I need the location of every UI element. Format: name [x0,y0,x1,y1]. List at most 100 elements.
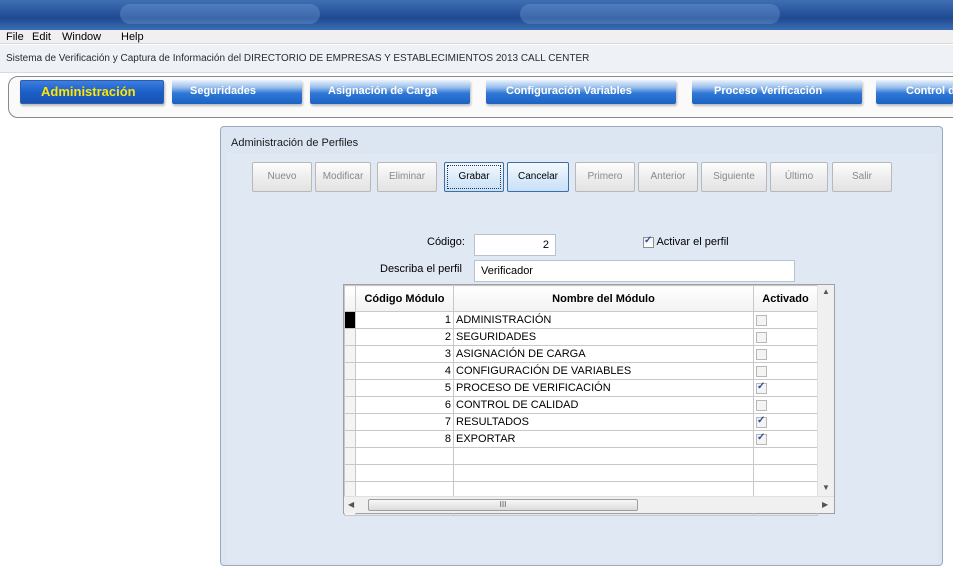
table-row[interactable]: 1 ADMINISTRACIÓN [344,311,818,329]
menu-bar: File Edit Window Help [0,30,953,44]
row-selector[interactable] [344,345,356,363]
siguiente-button[interactable]: Siguiente [701,162,767,192]
nav-administracion-button[interactable]: Administración [20,80,164,104]
cell-nombre[interactable]: RESULTADOS [453,413,754,431]
primero-button[interactable]: Primero [575,162,635,192]
cell-nombre[interactable]: EXPORTAR [453,430,754,448]
grabar-button[interactable]: Grabar [444,162,504,192]
row-selector[interactable] [344,328,356,346]
ultimo-button[interactable]: Último [770,162,828,192]
cell-activado[interactable] [753,362,818,380]
row-selector[interactable] [344,464,356,482]
activado-checkbox[interactable] [756,415,767,428]
cell-activado[interactable] [753,311,818,329]
table-row[interactable]: 2 SEGURIDADES [344,328,818,346]
cell-codigo[interactable]: 7 [355,413,454,431]
row-selector[interactable] [344,396,356,414]
window-titlebar [0,0,953,30]
modulos-grid: Código Módulo Nombre del Módulo Activado… [343,284,835,516]
scroll-thumb[interactable]: III [368,499,638,511]
table-row[interactable]: 4 CONFIGURACIÓN DE VARIABLES [344,362,818,380]
salir-button[interactable]: Salir [832,162,892,192]
nav-configuracion-button[interactable]: Configuración Variables [486,80,676,104]
table-row[interactable]: 6 CONTROL DE CALIDAD [344,396,818,414]
grid-vertical-scrollbar[interactable]: ▲ ▼ [817,285,834,497]
table-row[interactable]: 3 ASIGNACIÓN DE CARGA [344,345,818,363]
table-row[interactable]: 8 EXPORTAR [344,430,818,448]
cell-activado[interactable] [753,345,818,363]
titlebar-glow [120,4,320,24]
row-selector[interactable] [344,379,356,397]
activado-checkbox[interactable] [756,432,767,445]
cell-activado[interactable] [753,328,818,346]
panel-title: Administración de Perfiles [231,137,359,149]
cell-activado[interactable] [753,379,818,397]
codigo-label: Código: [427,236,465,248]
cell-nombre[interactable]: PROCESO DE VERIFICACIÓN [453,379,754,397]
table-row[interactable] [344,464,818,482]
cell-nombre[interactable] [453,447,754,465]
cell-activado[interactable] [753,396,818,414]
activar-perfil-checkbox[interactable] [643,235,654,248]
cell-nombre[interactable] [453,464,754,482]
nuevo-button[interactable]: Nuevo [252,162,312,192]
cell-nombre[interactable]: SEGURIDADES [453,328,754,346]
cell-codigo[interactable]: 2 [355,328,454,346]
cell-codigo[interactable]: 6 [355,396,454,414]
menu-edit[interactable]: Edit [32,30,51,44]
cell-codigo[interactable]: 5 [355,379,454,397]
cell-activado[interactable] [753,413,818,431]
cell-activado[interactable] [753,430,818,448]
cell-codigo[interactable] [355,447,454,465]
menu-file[interactable]: File [6,30,24,44]
menu-window[interactable]: Window [62,30,101,44]
cell-codigo[interactable] [355,464,454,482]
col-activado-header[interactable]: Activado [753,285,818,312]
col-codigo-header[interactable]: Código Módulo [355,285,454,312]
row-selector[interactable] [344,362,356,380]
cell-activado[interactable] [753,464,818,482]
describa-field[interactable]: Verificador [474,260,795,282]
activado-checkbox[interactable] [756,348,767,360]
table-row[interactable]: 5 PROCESO DE VERIFICACIÓN [344,379,818,397]
scroll-up-icon[interactable]: ▲ [822,287,830,296]
scroll-down-icon[interactable]: ▼ [822,483,830,492]
menu-help[interactable]: Help [121,30,144,44]
table-row[interactable] [344,447,818,465]
nav-label: Configuración Variables [506,85,632,97]
activado-checkbox[interactable] [756,365,767,377]
row-selector[interactable] [344,413,356,431]
nav-asignacion-button[interactable]: Asignación de Carga [310,80,470,104]
activado-checkbox[interactable] [756,314,767,326]
activar-perfil-checkbox-row[interactable]: Activar el perfil [643,235,729,248]
row-selector[interactable] [344,430,356,448]
cell-codigo[interactable]: 4 [355,362,454,380]
grid-horizontal-scrollbar[interactable]: ◀ III ▶ [344,496,834,513]
cell-nombre[interactable]: CONFIGURACIÓN DE VARIABLES [453,362,754,380]
activado-checkbox[interactable] [756,331,767,343]
modificar-button[interactable]: Modificar [315,162,371,192]
row-selector[interactable] [344,311,356,329]
activado-checkbox[interactable] [756,381,767,394]
activado-checkbox[interactable] [756,399,767,411]
cell-nombre[interactable]: ADMINISTRACIÓN [453,311,754,329]
cell-codigo[interactable]: 1 [355,311,454,329]
cell-nombre[interactable]: CONTROL DE CALIDAD [453,396,754,414]
titlebar-glow [520,4,780,24]
eliminar-button[interactable]: Eliminar [377,162,437,192]
scroll-left-icon[interactable]: ◀ [348,500,354,509]
codigo-field[interactable]: 2 [474,234,556,256]
anterior-button[interactable]: Anterior [638,162,698,192]
cell-nombre[interactable]: ASIGNACIÓN DE CARGA [453,345,754,363]
nav-control-button[interactable]: Control d [876,80,953,104]
row-selector[interactable] [344,447,356,465]
cell-codigo[interactable]: 8 [355,430,454,448]
nav-proceso-button[interactable]: Proceso Verificación [692,80,862,104]
col-nombre-header[interactable]: Nombre del Módulo [453,285,754,312]
cancelar-button[interactable]: Cancelar [507,162,569,192]
nav-seguridades-button[interactable]: Seguridades [172,80,302,104]
scroll-right-icon[interactable]: ▶ [822,500,828,509]
table-row[interactable]: 7 RESULTADOS [344,413,818,431]
cell-activado[interactable] [753,447,818,465]
cell-codigo[interactable]: 3 [355,345,454,363]
